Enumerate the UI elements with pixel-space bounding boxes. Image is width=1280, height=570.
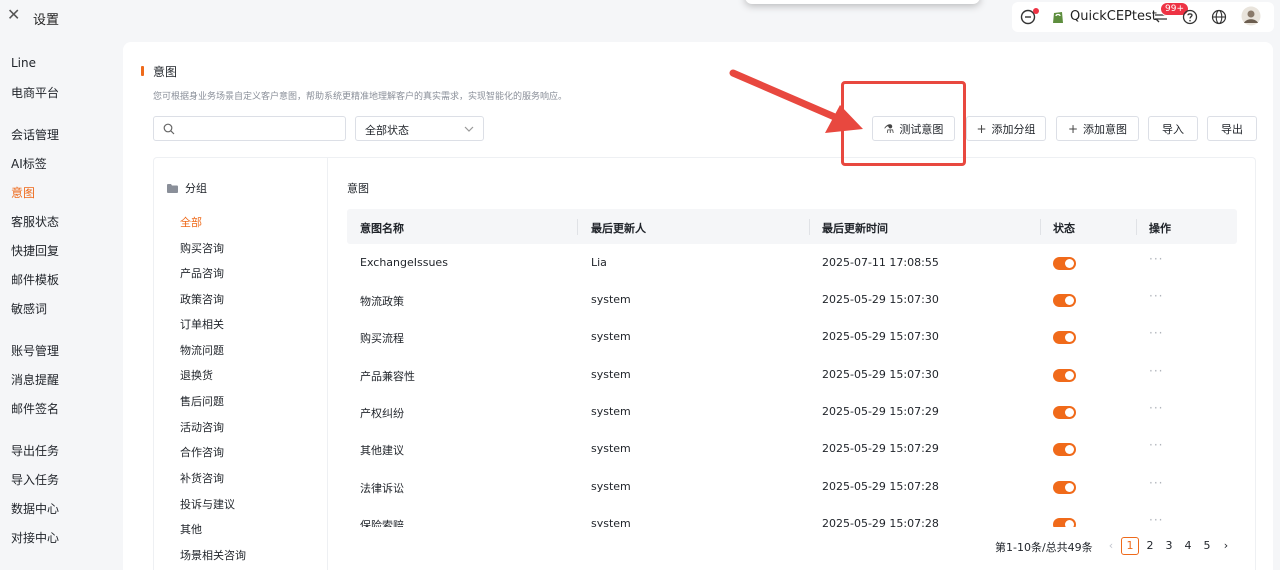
intent-name: 购买流程 (360, 332, 404, 345)
page-button-1[interactable]: 1 (1121, 537, 1139, 555)
status-toggle[interactable] (1053, 257, 1076, 270)
intent-updated-time: 2025-05-29 15:07:28 (822, 517, 939, 527)
table-row[interactable]: 法律诉讼 system 2025-05-29 15:07:28 ··· (347, 469, 1237, 506)
intent-name: 其他建议 (360, 444, 404, 457)
intent-updater: system (591, 330, 631, 343)
intent-updated-time: 2025-05-29 15:07:28 (822, 480, 939, 493)
intent-updater: Lia (591, 256, 607, 269)
intent-name: ExchangeIssues (360, 256, 448, 269)
table-row[interactable]: 物流政策 system 2025-05-29 15:07:30 ··· (347, 282, 1237, 319)
intent-name: 产权纠纷 (360, 407, 404, 420)
intent-name: 物流政策 (360, 295, 404, 308)
page-button-2[interactable]: 2 (1141, 537, 1159, 555)
table-row[interactable]: 其他建议 system 2025-05-29 15:07:29 ··· (347, 431, 1237, 468)
more-actions-icon[interactable]: ··· (1149, 326, 1163, 340)
more-actions-icon[interactable]: ··· (1149, 252, 1163, 266)
status-toggle[interactable] (1053, 369, 1076, 382)
next-page-icon[interactable]: › (1217, 537, 1235, 555)
table-row[interactable]: ExchangeIssues Lia 2025-07-11 17:08:55 ·… (347, 245, 1237, 282)
page-button-3[interactable]: 3 (1160, 537, 1178, 555)
table-row[interactable]: 产品兼容性 system 2025-05-29 15:07:30 ··· (347, 357, 1237, 394)
more-actions-icon[interactable]: ··· (1149, 476, 1163, 490)
intent-updater: system (591, 405, 631, 418)
intent-updater: system (591, 293, 631, 306)
status-toggle[interactable] (1053, 406, 1076, 419)
more-actions-icon[interactable]: ··· (1149, 438, 1163, 452)
status-toggle[interactable] (1053, 518, 1076, 527)
intent-updated-time: 2025-05-29 15:07:30 (822, 368, 939, 381)
status-toggle[interactable] (1053, 481, 1076, 494)
intent-updated-time: 2025-05-29 15:07:29 (822, 405, 939, 418)
status-toggle[interactable] (1053, 443, 1076, 456)
intent-updater: system (591, 368, 631, 381)
status-toggle[interactable] (1053, 294, 1076, 307)
status-toggle[interactable] (1053, 331, 1076, 344)
group-item[interactable]: 场景相关咨询 (180, 547, 246, 563)
pagination-summary: 第1-10条/总共49条 (995, 541, 1093, 554)
intent-updated-time: 2025-07-11 17:08:55 (822, 256, 939, 269)
annotation-highlight-box (841, 81, 966, 166)
more-actions-icon[interactable]: ··· (1149, 401, 1163, 415)
table-row[interactable]: 产权纠纷 system 2025-05-29 15:07:29 ··· (347, 394, 1237, 431)
intent-name: 保险索赔 (360, 519, 404, 527)
sidebar-item-integration[interactable]: 对接中心 (11, 529, 59, 546)
intent-name: 法律诉讼 (360, 482, 404, 495)
table-row[interactable]: 购买流程 system 2025-05-29 15:07:30 ··· (347, 319, 1237, 356)
intent-updater: system (591, 480, 631, 493)
more-actions-icon[interactable]: ··· (1149, 513, 1163, 527)
intent-updated-time: 2025-05-29 15:07:29 (822, 442, 939, 455)
intent-updated-time: 2025-05-29 15:07:30 (822, 293, 939, 306)
intent-updated-time: 2025-05-29 15:07:30 (822, 330, 939, 343)
intent-name: 产品兼容性 (360, 370, 415, 383)
more-actions-icon[interactable]: ··· (1149, 289, 1163, 303)
table-body: ExchangeIssues Lia 2025-07-11 17:08:55 ·… (0, 0, 1280, 527)
table-row[interactable]: 保险索赔 system 2025-05-29 15:07:28 ··· (347, 506, 1237, 527)
intent-updater: system (591, 442, 631, 455)
page-button-5[interactable]: 5 (1198, 537, 1216, 555)
page-button-4[interactable]: 4 (1179, 537, 1197, 555)
more-actions-icon[interactable]: ··· (1149, 364, 1163, 378)
prev-page-icon[interactable]: ‹ (1102, 537, 1120, 555)
intent-updater: system (591, 517, 631, 527)
